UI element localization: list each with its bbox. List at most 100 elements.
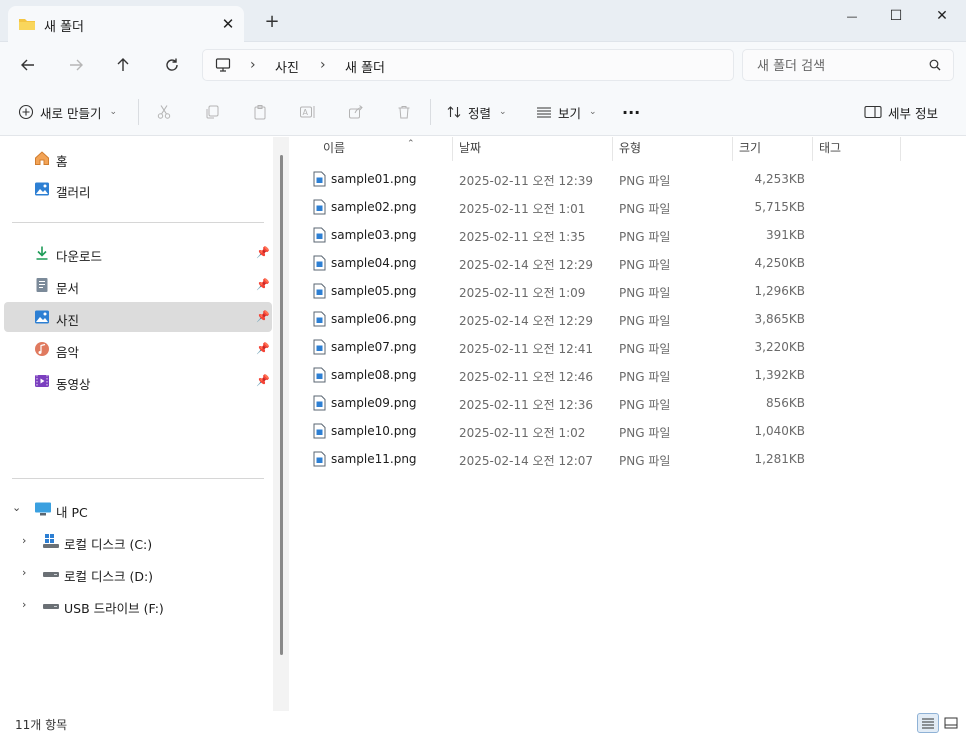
chevron-down-icon[interactable]: ⌄ (12, 501, 21, 514)
pin-icon[interactable]: 📌 (256, 342, 270, 355)
refresh-button[interactable] (157, 51, 187, 79)
minimize-icon: — (846, 9, 858, 23)
file-size: 1,040KB (754, 424, 805, 438)
chevron-down-icon: ⌄ (109, 107, 118, 117)
forward-button[interactable] (61, 51, 91, 79)
column-label: 유형 (619, 141, 642, 155)
chevron-right-icon[interactable]: › (22, 566, 26, 579)
column-header-date[interactable]: 날짜 (453, 137, 613, 161)
sidebar-item-drive-d[interactable]: › 로컬 디스크 (D:) (4, 558, 272, 588)
delete-button[interactable] (394, 102, 414, 122)
new-button[interactable]: 새로 만들기 ⌄ (18, 100, 117, 124)
sidebar-item-downloads[interactable]: 다운로드 📌 (4, 238, 272, 268)
details-view-button[interactable] (917, 713, 939, 733)
column-header-size[interactable]: 크기 (733, 137, 813, 161)
up-arrow-icon (117, 58, 129, 71)
file-date: 2025-02-11 오전 1:35 (459, 230, 586, 244)
close-icon: ✕ (936, 8, 948, 24)
file-type: PNG 파일 (619, 258, 671, 272)
music-icon (34, 341, 50, 357)
details-pane-button[interactable]: 세부 정보 (864, 100, 938, 124)
file-row[interactable]: sample04.png 2025-02-14 오전 12:29 PNG 파일 4,2… (305, 249, 905, 277)
more-options-button[interactable]: ··· (622, 100, 640, 124)
file-date: 2025-02-11 오전 1:01 (459, 202, 586, 216)
cut-button[interactable] (154, 102, 174, 122)
paste-button[interactable] (250, 102, 270, 122)
sidebar-item-label: 문서 (56, 281, 80, 296)
sidebar-item-label: 로컬 디스크 (C:) (64, 537, 153, 552)
column-header-type[interactable]: 유형 (613, 137, 733, 161)
search-box[interactable] (742, 49, 954, 81)
file-row[interactable]: sample07.png 2025-02-11 오전 12:41 PNG 파일 3,2… (305, 333, 905, 361)
chevron-right-icon[interactable]: › (22, 534, 26, 547)
file-row[interactable]: sample03.png 2025-02-11 오전 1:35 PNG 파일 391K… (305, 221, 905, 249)
new-tab-button[interactable]: + (262, 12, 282, 32)
computer-icon (215, 57, 231, 76)
tiles-view-button[interactable] (940, 713, 962, 733)
pin-icon[interactable]: 📌 (256, 374, 270, 387)
file-row[interactable]: sample02.png 2025-02-11 오전 1:01 PNG 파일 5,71… (305, 193, 905, 221)
address-bar[interactable]: › 사진 › 새 폴더 (202, 49, 734, 81)
close-button[interactable]: ✕ (919, 0, 965, 32)
column-header-name[interactable]: 이름 ⌃ (317, 137, 453, 161)
pin-icon[interactable]: 📌 (256, 246, 270, 259)
sidebar-item-drive-c[interactable]: › 로컬 디스크 (C:) (4, 526, 272, 556)
tab-close-button[interactable]: ✕ (218, 14, 238, 34)
sidebar-item-label: 사진 (56, 313, 80, 328)
file-row[interactable]: sample09.png 2025-02-11 오전 12:36 PNG 파일 856… (305, 389, 905, 417)
file-row[interactable]: sample10.png 2025-02-11 오전 1:02 PNG 파일 1,04… (305, 417, 905, 445)
home-icon (34, 150, 50, 166)
sidebar-item-home[interactable]: 홈 (4, 143, 272, 173)
sidebar-item-gallery[interactable]: 갤러리 (4, 174, 272, 204)
back-arrow-icon (21, 59, 34, 71)
maximize-button[interactable]: ☐ (873, 0, 919, 32)
sort-ascending-icon: ⌃ (407, 139, 415, 149)
copy-button[interactable] (202, 102, 222, 122)
sidebar-item-drive-f[interactable]: › USB 드라이브 (F:) (4, 590, 272, 620)
pin-icon[interactable]: 📌 (256, 278, 270, 291)
sidebar-item-videos[interactable]: 동영상 📌 (4, 366, 272, 396)
view-button[interactable]: 보기 ⌄ (536, 100, 597, 124)
file-row[interactable]: sample08.png 2025-02-11 오전 12:46 PNG 파일 1,3… (305, 361, 905, 389)
computer-icon (34, 501, 51, 517)
file-name: sample11.png (331, 452, 417, 466)
file-date: 2025-02-11 오전 12:41 (459, 342, 594, 356)
tab-new-folder[interactable]: 새 폴더 ✕ (8, 6, 244, 42)
file-type: PNG 파일 (619, 202, 671, 216)
pin-icon[interactable]: 📌 (256, 310, 270, 323)
breadcrumb-new-folder[interactable]: 새 폴더 (345, 57, 385, 76)
pictures-icon (34, 309, 50, 325)
file-name: sample01.png (331, 172, 417, 186)
file-name: sample02.png (331, 200, 417, 214)
details-view-icon (922, 718, 934, 729)
file-type: PNG 파일 (619, 230, 671, 244)
png-file-icon (313, 339, 326, 358)
file-row[interactable]: sample05.png 2025-02-11 오전 1:09 PNG 파일 1,29… (305, 277, 905, 305)
scrollbar-thumb[interactable] (280, 155, 283, 655)
sort-button[interactable]: 정렬 ⌄ (446, 100, 507, 124)
sidebar-scrollbar[interactable] (273, 137, 289, 711)
breadcrumb-pictures[interactable]: 사진 (275, 57, 299, 76)
file-type: PNG 파일 (619, 286, 671, 300)
file-row[interactable]: sample11.png 2025-02-14 오전 12:07 PNG 파일 1,2… (305, 445, 905, 473)
sidebar-item-pictures[interactable]: 사진 📌 (4, 302, 272, 332)
sidebar-item-music[interactable]: 음악 📌 (4, 334, 272, 364)
chevron-right-icon[interactable]: › (22, 598, 26, 611)
search-input[interactable] (757, 56, 917, 76)
file-row[interactable]: sample06.png 2025-02-14 오전 12:29 PNG 파일 3,8… (305, 305, 905, 333)
search-icon (929, 59, 941, 74)
column-header-tags[interactable]: 태그 (813, 137, 901, 161)
column-label: 크기 (739, 141, 762, 155)
toolbar-divider (430, 99, 431, 125)
rename-button[interactable]: A (298, 102, 318, 122)
file-row[interactable]: sample01.png 2025-02-11 오전 12:39 PNG 파일 4,2… (305, 165, 905, 193)
up-button[interactable] (108, 51, 138, 79)
file-date: 2025-02-11 오전 12:36 (459, 398, 594, 412)
back-button[interactable] (13, 51, 43, 79)
sidebar-item-documents[interactable]: 문서 📌 (4, 270, 272, 300)
status-bar: 11개 항목 (0, 711, 966, 736)
share-button[interactable] (346, 102, 366, 122)
sidebar-item-this-pc[interactable]: ⌄ 내 PC (4, 494, 272, 524)
minimize-button[interactable]: — (829, 0, 875, 32)
sidebar-item-label: 다운로드 (56, 249, 103, 264)
